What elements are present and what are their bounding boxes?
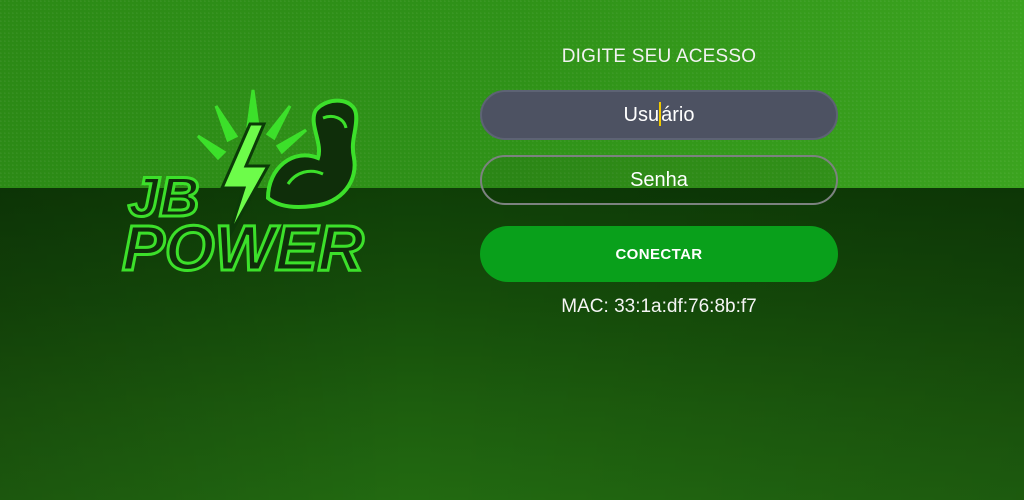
login-title: DIGITE SEU ACESSO <box>561 46 757 67</box>
password-placeholder: Senha <box>630 168 688 191</box>
username-input[interactable]: Usu ário <box>480 90 838 140</box>
password-input[interactable]: Senha <box>480 155 838 205</box>
mac-address: MAC: 33:1a:df:76:8b:f7 <box>561 296 757 317</box>
username-text-before-caret: Usu <box>623 103 660 126</box>
username-text-after-caret: ário <box>661 103 695 126</box>
connect-button[interactable]: CONECTAR <box>480 226 838 282</box>
jb-power-logo: JB POWER <box>121 89 365 286</box>
text-caret <box>659 102 662 126</box>
login-screen: JB POWER DIGITE SEU ACESSO Usu ário Senha… <box>0 0 1024 500</box>
logo-power-text: POWER <box>122 212 364 284</box>
